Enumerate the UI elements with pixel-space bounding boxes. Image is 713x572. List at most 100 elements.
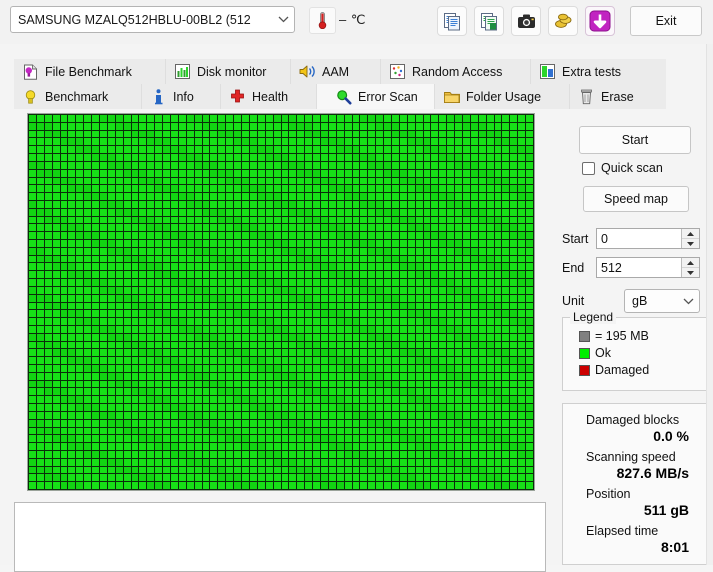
end-spinner[interactable]: 512	[596, 257, 700, 278]
block-cell	[455, 357, 462, 364]
tab-random-access[interactable]: Random Access	[381, 59, 531, 84]
block-cell	[462, 396, 470, 404]
block-cell	[415, 169, 423, 177]
block-cell	[320, 302, 328, 310]
block-cell	[36, 427, 44, 435]
block-cell	[470, 193, 478, 200]
block-cell	[470, 294, 478, 302]
block-cell	[234, 396, 242, 404]
tab-folder-usage[interactable]: Folder Usage	[435, 84, 570, 109]
block-cell	[123, 474, 131, 482]
tab-extra-tests[interactable]: Extra tests	[531, 59, 666, 84]
block-cell	[60, 458, 68, 466]
block-cell	[470, 247, 478, 255]
block-cell	[60, 208, 68, 216]
spinner-down-icon[interactable]	[682, 268, 699, 277]
tab-info[interactable]: Info	[142, 84, 221, 109]
camera-screenshot-icon[interactable]	[511, 6, 541, 36]
copy-report-excel-icon[interactable]	[474, 6, 504, 36]
drive-select-dropdown[interactable]: SAMSUNG MZALQ512HBLU-00BL2 (512	[10, 6, 295, 33]
block-cell	[242, 247, 249, 255]
block-cell	[447, 474, 455, 482]
error-scan-block-map[interactable]	[27, 113, 535, 491]
block-cell	[313, 302, 320, 310]
block-cell	[391, 271, 399, 279]
block-cell	[218, 482, 226, 489]
spinner-up-icon[interactable]	[682, 258, 699, 268]
block-cell	[344, 419, 352, 427]
block-cell	[289, 443, 297, 450]
block-cell	[242, 333, 249, 341]
tab-health[interactable]: Health	[221, 84, 317, 109]
tab-error-scan[interactable]: Error Scan	[317, 84, 435, 109]
block-cell	[147, 216, 155, 224]
block-cell	[100, 271, 107, 279]
tab-benchmark[interactable]: Benchmark	[14, 84, 142, 109]
block-cell	[360, 435, 368, 443]
block-cell	[470, 458, 478, 466]
block-cell	[313, 411, 320, 419]
block-cell	[194, 146, 202, 154]
gold-coins-icon[interactable]	[548, 6, 578, 36]
block-cell	[526, 458, 533, 466]
block-cell	[100, 200, 107, 208]
block-cell	[52, 411, 60, 419]
block-cell	[84, 310, 92, 318]
start-button[interactable]: Start	[579, 126, 691, 154]
block-cell	[415, 208, 423, 216]
block-cell	[257, 435, 265, 443]
block-cell	[202, 341, 210, 349]
block-cell	[368, 271, 376, 279]
end-spinner-value: 512	[601, 260, 622, 275]
block-cell	[462, 458, 470, 466]
block-cell	[502, 294, 510, 302]
block-cell	[439, 154, 447, 161]
scan-log-panel[interactable]	[14, 502, 546, 572]
block-cell	[68, 333, 76, 341]
block-cell	[131, 427, 139, 435]
block-cell	[171, 115, 178, 122]
quick-scan-checkbox[interactable]: Quick scan	[582, 161, 663, 175]
block-cell	[455, 458, 462, 466]
block-cell	[297, 130, 305, 138]
block-cell	[478, 443, 486, 450]
block-cell	[470, 450, 478, 458]
block-cell	[494, 271, 502, 279]
block-cell	[502, 458, 510, 466]
block-cell	[265, 482, 273, 489]
end-spinner-arrows[interactable]	[681, 258, 699, 277]
download-update-icon[interactable]	[585, 6, 615, 36]
copy-report-icon[interactable]	[437, 6, 467, 36]
tab-disk-monitor[interactable]: Disk monitor	[166, 59, 291, 84]
block-cell	[139, 396, 147, 404]
spinner-up-icon[interactable]	[682, 229, 699, 239]
block-cell	[52, 232, 60, 239]
block-cell	[210, 224, 218, 232]
block-cell	[249, 294, 257, 302]
exit-button[interactable]: Exit	[630, 6, 702, 36]
tab-file-benchmark[interactable]: File Benchmark	[14, 59, 166, 84]
unit-dropdown[interactable]: gB	[624, 289, 700, 313]
block-cell	[376, 404, 384, 411]
block-cell	[249, 185, 257, 193]
block-cell	[447, 286, 455, 294]
spinner-down-icon[interactable]	[682, 239, 699, 248]
block-cell	[502, 286, 510, 294]
start-spinner-arrows[interactable]	[681, 229, 699, 248]
block-cell	[470, 357, 478, 364]
block-cell	[44, 404, 52, 411]
speed-map-button[interactable]: Speed map	[583, 186, 689, 212]
tab-erase[interactable]: Erase	[570, 84, 666, 109]
block-cell	[68, 224, 76, 232]
block-cell	[44, 216, 52, 224]
block-cell	[368, 130, 376, 138]
block-cell	[486, 193, 494, 200]
block-cell	[289, 279, 297, 286]
block-cell	[242, 130, 249, 138]
tab-aam[interactable]: AAM	[291, 59, 381, 84]
block-cell	[368, 138, 376, 146]
block-cell	[123, 185, 131, 193]
start-spinner[interactable]: 0	[596, 228, 700, 249]
block-cell	[249, 138, 257, 146]
window-vertical-scrollbar[interactable]	[706, 44, 713, 565]
